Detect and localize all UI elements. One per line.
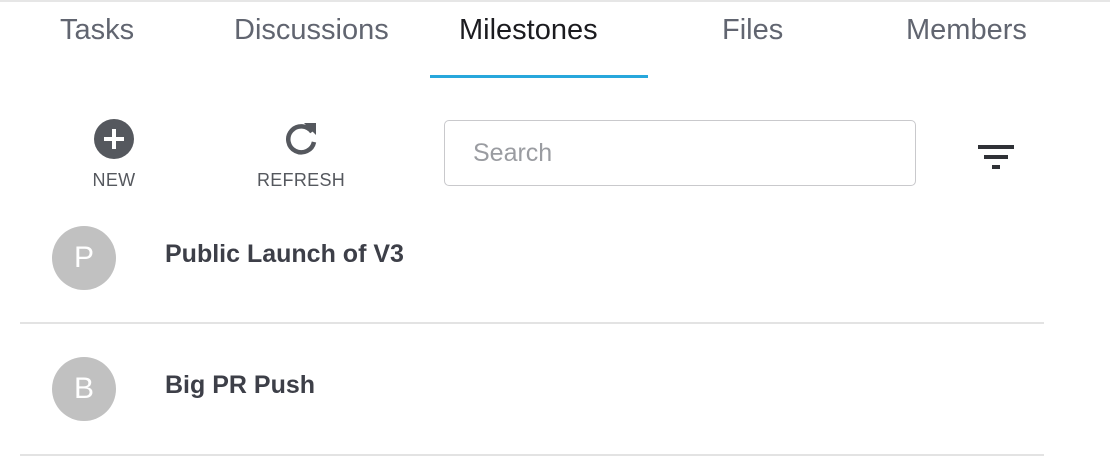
milestones-page: Tasks Discussions Milestones Files Membe… bbox=[0, 0, 1110, 458]
tab-tasks[interactable]: Tasks bbox=[60, 8, 134, 52]
list-item[interactable]: P Public Launch of V3 bbox=[20, 226, 1044, 296]
tab-milestones[interactable]: Milestones bbox=[459, 8, 598, 52]
top-border bbox=[0, 0, 1110, 2]
avatar: B bbox=[52, 357, 116, 421]
refresh-icon bbox=[286, 123, 317, 155]
tab-members[interactable]: Members bbox=[906, 8, 1027, 52]
list-divider bbox=[20, 454, 1044, 456]
plus-circle-icon bbox=[94, 119, 134, 159]
new-label: NEW bbox=[92, 170, 136, 190]
milestone-title: Public Launch of V3 bbox=[165, 240, 404, 268]
milestone-title: Big PR Push bbox=[165, 371, 316, 399]
filter-icon bbox=[978, 145, 1014, 169]
avatar: P bbox=[52, 226, 116, 290]
list-item[interactable]: B Big PR Push bbox=[20, 357, 1044, 427]
new-button[interactable]: NEW bbox=[74, 118, 154, 191]
search-box bbox=[444, 120, 916, 186]
active-tab-indicator bbox=[430, 75, 648, 78]
search-input[interactable] bbox=[473, 121, 893, 185]
list-divider bbox=[20, 322, 1044, 324]
refresh-label: REFRESH bbox=[256, 170, 346, 190]
refresh-button[interactable]: REFRESH bbox=[246, 118, 356, 191]
tab-files[interactable]: Files bbox=[722, 8, 783, 52]
filter-button[interactable] bbox=[975, 140, 1019, 176]
tab-discussions[interactable]: Discussions bbox=[234, 8, 389, 52]
